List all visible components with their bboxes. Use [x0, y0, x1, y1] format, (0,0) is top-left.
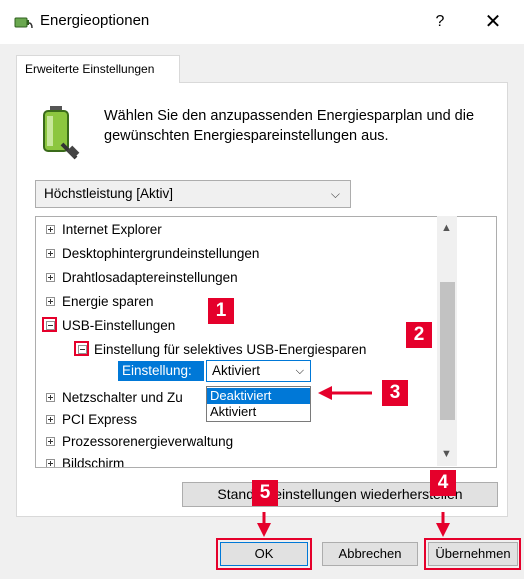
expand-icon[interactable] [46, 225, 55, 234]
expand-icon[interactable] [46, 415, 55, 424]
battery-icon [38, 104, 80, 160]
annotation-badge-2: 2 [406, 322, 432, 348]
tree-item-label: Internet Explorer [62, 222, 162, 237]
option-deactivated[interactable]: Deaktiviert [207, 388, 310, 404]
expand-icon[interactable] [46, 437, 55, 446]
expand-icon[interactable] [46, 273, 55, 282]
tree-item-label: Prozessorenergieverwaltung [62, 434, 234, 449]
description-text: Wählen Sie den anzupassenden Energiespar… [104, 108, 475, 144]
tree-item-label: Drahtlosadaptereinstellungen [62, 270, 238, 285]
scroll-up-icon[interactable]: ▲ [441, 222, 452, 234]
scrollbar-thumb[interactable] [440, 282, 455, 420]
chevron-down-icon: ⌵ [295, 365, 304, 377]
setting-label: Einstellung: [118, 361, 204, 381]
setting-dropdown-list: Deaktiviert Aktiviert [206, 386, 311, 422]
expand-icon[interactable] [46, 459, 55, 467]
chevron-down-icon: ⌵ [330, 187, 340, 201]
expand-icon[interactable] [46, 297, 55, 306]
power-plan-value: Höchstleistung [Aktiv] [44, 186, 174, 201]
annotation-badge-3: 3 [382, 380, 408, 406]
tree-item-label: Netzschalter und Zu [62, 390, 183, 405]
setting-select-value: Aktiviert [212, 363, 261, 378]
window-title: Energieoptionen [40, 12, 150, 29]
power-options-icon [14, 14, 34, 32]
scroll-down-icon[interactable]: ▼ [441, 448, 452, 460]
expand-icon[interactable] [46, 393, 55, 402]
collapse-icon[interactable] [46, 321, 55, 330]
power-plan-select[interactable]: Höchstleistung [Aktiv] ⌵ [35, 180, 351, 208]
tab-advanced-settings[interactable]: Erweiterte Einstellungen [16, 55, 180, 83]
tree-item-label: PCI Express [62, 412, 138, 427]
tree-item-label: Desktophintergrundeinstellungen [62, 246, 260, 261]
setting-select[interactable]: Aktiviert ⌵ [206, 360, 311, 382]
tree-item-label: USB-Einstellungen [62, 318, 176, 333]
option-activated[interactable]: Aktiviert [207, 404, 310, 420]
tree-item-label: Bildschirm [62, 456, 125, 468]
tree-item-label: Einstellung für selektives USB-Energiesp… [94, 342, 367, 357]
annotation-badge-5: 5 [252, 480, 278, 506]
apply-button[interactable]: Übernehmen [428, 542, 518, 566]
ok-button[interactable]: OK [220, 542, 308, 566]
help-button[interactable]: ? [418, 6, 462, 38]
collapse-icon[interactable] [78, 345, 87, 354]
expand-icon[interactable] [46, 249, 55, 258]
tree-item-label: Energie sparen [62, 294, 154, 309]
annotation-badge-1: 1 [208, 298, 234, 324]
annotation-badge-4: 4 [430, 470, 456, 496]
close-button[interactable]: ✕ [468, 6, 518, 38]
cancel-button[interactable]: Abbrechen [322, 542, 418, 566]
